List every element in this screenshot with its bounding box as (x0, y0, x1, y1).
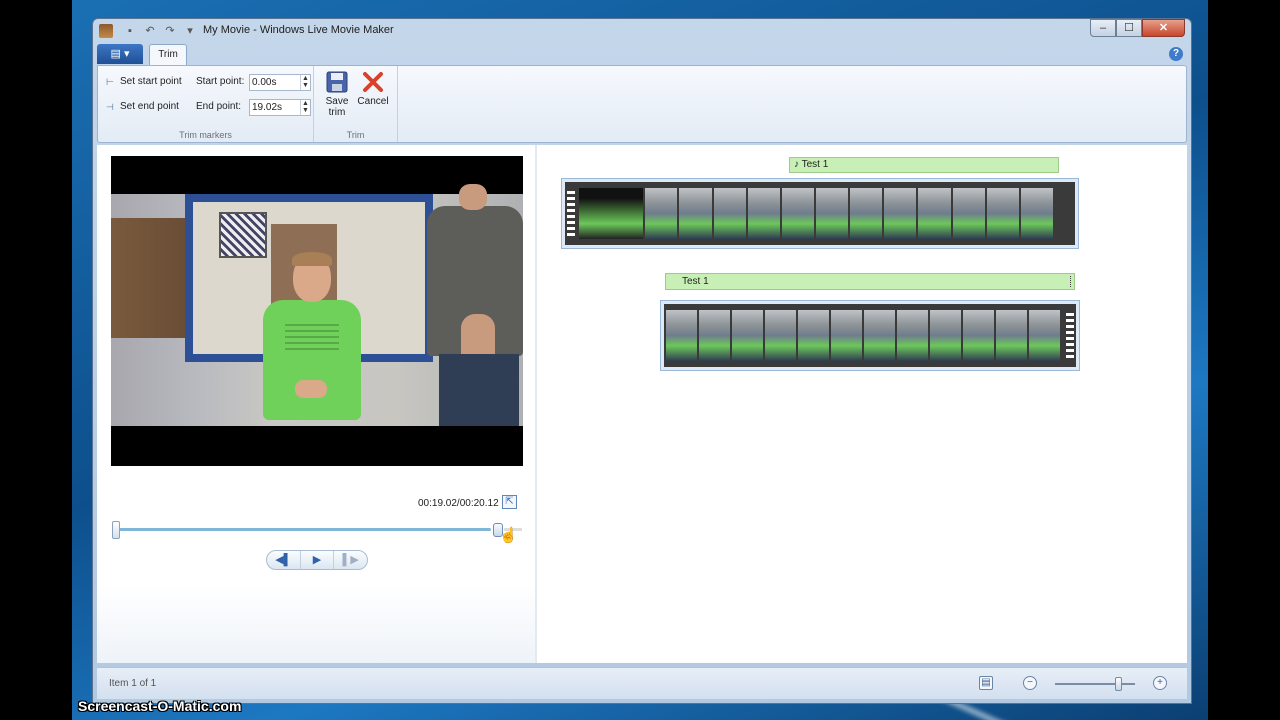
save-trim-label-1: Save (325, 96, 349, 107)
sprocket-strip (1066, 310, 1074, 361)
playback-controls: ◀▌ ▶ ▌▶ (266, 550, 368, 570)
storyboard-view-icon[interactable]: ▤ (979, 676, 993, 690)
save-trim-button[interactable]: Save trim (320, 71, 354, 118)
filmstrip-frames (664, 310, 1062, 361)
ribbon-tab-row: ▤ ▾ Trim ? (97, 43, 1187, 65)
help-icon[interactable]: ? (1169, 47, 1183, 61)
trim-markers-group: ⊢ Set start point ⊣ Set end point Start … (98, 66, 314, 142)
set-end-point-label: Set end point (120, 101, 179, 112)
filmstrip (565, 182, 1075, 245)
window-title: My Movie - Windows Live Movie Maker (203, 24, 394, 36)
video-clip-label-bar[interactable]: Test 1 (665, 273, 1075, 290)
app-icon[interactable] (99, 24, 113, 38)
zoom-out-button[interactable]: − (1023, 676, 1037, 690)
start-point-spinner[interactable]: 0.00s ▲ ▼ (249, 74, 311, 91)
storyboard-pane[interactable]: ♪ Test 1 Test 1 (539, 145, 1187, 663)
cancel-icon (362, 71, 384, 93)
start-point-value: 0.00s (252, 77, 277, 88)
redo-icon[interactable]: ↷ (163, 24, 177, 38)
minimize-button[interactable]: – (1090, 19, 1116, 37)
zoom-thumb[interactable] (1115, 677, 1122, 691)
seek-track (117, 528, 491, 531)
music-clip-bar[interactable]: ♪ Test 1 (789, 157, 1059, 173)
close-button[interactable]: ✕ (1142, 19, 1185, 37)
set-start-point-label: Set start point (120, 76, 182, 87)
standing-person-figure (427, 184, 523, 426)
item-count: Item 1 of 1 (109, 678, 157, 689)
end-point-label: End point: (196, 101, 242, 112)
seek-slider[interactable]: ☝ (111, 519, 523, 544)
spinner-arrows-icon[interactable]: ▲ ▼ (300, 100, 310, 115)
video-frame-image (111, 184, 523, 426)
zoom-track[interactable] (1055, 683, 1135, 685)
start-point-label: Start point: (196, 76, 245, 87)
video-clip-top[interactable] (561, 178, 1079, 249)
spinner-arrows-icon[interactable]: ▲ ▼ (300, 75, 310, 90)
music-clip-label: Test 1 (801, 159, 829, 170)
preview-pane: 00:19.02/00:20.12 ⇱ ☝ ◀▌ ▶ ▌▶ (97, 145, 537, 663)
cancel-trim-button[interactable]: Cancel (356, 71, 390, 107)
end-point-value: 19.02s (252, 102, 283, 113)
title-bar[interactable]: ▪ ↶ ↷ ▾ My Movie - Windows Live Movie Ma… (93, 19, 1191, 43)
app-window: ▪ ↶ ↷ ▾ My Movie - Windows Live Movie Ma… (92, 18, 1192, 704)
music-note-icon: ♪ (794, 159, 799, 170)
timecode-display: 00:19.02/00:20.12 (418, 498, 499, 509)
zoom-control: ▤ − + (979, 676, 1173, 692)
trim-group: Save trim Cancel Trim (314, 66, 398, 142)
filmstrip (664, 304, 1076, 367)
filmstrip-frames (577, 188, 1055, 239)
ribbon: ⊢ Set start point ⊣ Set end point Start … (97, 65, 1187, 143)
previous-frame-button[interactable]: ◀▌ (267, 551, 301, 569)
window-controls: – ☐ ✕ (1090, 19, 1185, 37)
play-button[interactable]: ▶ (301, 551, 335, 569)
set-start-point-icon: ⊢ (106, 76, 114, 87)
zoom-in-button[interactable]: + (1153, 676, 1167, 690)
expand-icon[interactable]: ⇱ (502, 495, 517, 509)
seated-person-figure (259, 252, 363, 426)
next-frame-button[interactable]: ▌▶ (334, 551, 367, 569)
watermark: Screencast-O-Matic.com (78, 698, 242, 714)
save-icon (326, 71, 348, 93)
set-end-point-icon: ⊣ (106, 101, 114, 112)
app-menu-button[interactable]: ▤ ▾ (97, 44, 143, 64)
end-point-spinner[interactable]: 19.02s ▲ ▼ (249, 99, 311, 116)
quick-access-toolbar: ▪ ↶ ↷ ▾ (123, 24, 197, 38)
set-end-point-button[interactable]: ⊣ Set end point (106, 101, 179, 112)
trim-markers-group-label: Trim markers (179, 130, 232, 140)
maximize-button[interactable]: ☐ (1116, 19, 1142, 37)
undo-icon[interactable]: ↶ (143, 24, 157, 38)
main-content: 00:19.02/00:20.12 ⇱ ☝ ◀▌ ▶ ▌▶ ♪ Test 1 T… (97, 145, 1187, 663)
qat-dropdown-icon[interactable]: ▾ (183, 24, 197, 38)
cancel-label: Cancel (357, 96, 389, 107)
trim-group-label: Trim (346, 130, 365, 140)
quilt-decor (219, 212, 267, 258)
save-trim-label-2: trim (328, 107, 346, 118)
tab-trim[interactable]: Trim (149, 44, 187, 65)
status-bar: Item 1 of 1 ▤ − + (97, 667, 1187, 699)
video-clip-label: Test 1 (682, 276, 709, 287)
save-qat-icon[interactable]: ▪ (123, 24, 137, 38)
hand-cursor-icon: ☝ (499, 527, 518, 544)
sprocket-strip (567, 188, 575, 239)
set-start-point-button[interactable]: ⊢ Set start point (106, 76, 182, 87)
video-clip-bottom[interactable] (660, 300, 1080, 371)
video-preview[interactable] (111, 156, 523, 466)
trim-start-handle[interactable] (112, 521, 120, 539)
